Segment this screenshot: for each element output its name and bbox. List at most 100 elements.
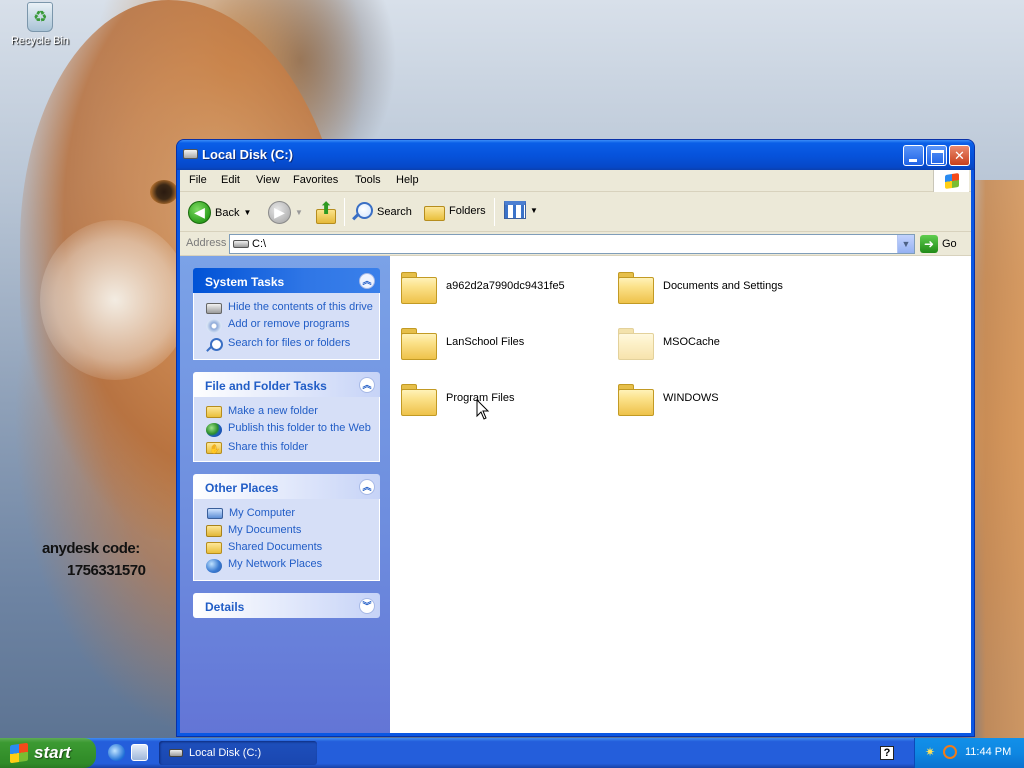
address-input[interactable]: C:\ ▼ xyxy=(229,234,915,254)
programs-cd-icon xyxy=(206,319,222,333)
system-tasks-header[interactable]: System Tasks ︽ xyxy=(193,268,380,293)
drive-icon xyxy=(206,303,222,314)
folder-item[interactable]: a962d2a7990dc9431fe5 xyxy=(400,269,565,304)
forward-arrow-icon: ▶ xyxy=(268,201,291,224)
views-dropdown-icon[interactable]: ▼ xyxy=(530,206,538,215)
menu-edit[interactable]: Edit xyxy=(221,174,240,186)
add-remove-programs-link[interactable]: Add or remove programs xyxy=(206,318,373,333)
folder-item[interactable]: WINDOWS xyxy=(617,381,719,416)
my-documents-link[interactable]: My Documents xyxy=(206,524,373,537)
network-icon xyxy=(206,559,222,573)
other-places-list: My Computer My Documents Shared Document… xyxy=(193,499,380,581)
go-label: Go xyxy=(942,238,957,250)
explorer-window: Local Disk (C:) File Edit View Favorites… xyxy=(176,139,975,737)
file-folder-tasks-title: File and Folder Tasks xyxy=(205,379,327,393)
publish-to-web-link[interactable]: Publish this folder to the Web xyxy=(206,422,373,437)
shared-documents-link[interactable]: Shared Documents xyxy=(206,541,373,554)
maximize-button[interactable] xyxy=(926,145,947,166)
menu-favorites[interactable]: Favorites xyxy=(293,174,338,186)
up-button[interactable] xyxy=(315,199,337,224)
recycle-bin-label: Recycle Bin xyxy=(10,35,70,47)
anydesk-code-text: anydesk code: 1756331570 xyxy=(42,538,146,582)
menu-bar: File Edit View Favorites Tools Help xyxy=(180,170,971,192)
internet-explorer-icon[interactable] xyxy=(108,744,125,761)
link-label: Search for files or folders xyxy=(228,337,351,349)
forward-button[interactable]: ▶ ▼ xyxy=(268,201,303,224)
menu-help[interactable]: Help xyxy=(396,174,419,186)
my-computer-link[interactable]: My Computer xyxy=(206,507,373,520)
shared-folder-icon xyxy=(206,542,222,554)
link-label: My Network Places xyxy=(228,558,323,570)
make-new-folder-link[interactable]: Make a new folder xyxy=(206,405,373,418)
folder-icon xyxy=(400,381,437,416)
file-folder-tasks-header[interactable]: File and Folder Tasks ︽ xyxy=(193,372,380,397)
search-button[interactable]: Search xyxy=(351,201,412,223)
expand-chevron-icon[interactable]: ︾ xyxy=(359,598,375,614)
collapse-chevron-icon[interactable]: ︽ xyxy=(359,377,375,393)
menu-file[interactable]: File xyxy=(189,174,207,186)
folder-icon xyxy=(617,381,654,416)
folder-icon xyxy=(400,325,437,360)
hide-drive-contents-link[interactable]: Hide the contents of this drive xyxy=(206,301,373,314)
system-tasks-panel: System Tasks ︽ Hide the contents of this… xyxy=(193,268,380,360)
minimize-button[interactable] xyxy=(903,145,924,166)
folder-name: a962d2a7990dc9431fe5 xyxy=(446,280,565,292)
back-button[interactable]: ◀ Back ▼ xyxy=(188,201,251,224)
search-files-link[interactable]: Search for files or folders xyxy=(206,337,373,352)
menu-view[interactable]: View xyxy=(256,174,280,186)
folder-item[interactable]: Program Files xyxy=(400,381,514,416)
title-bar[interactable]: Local Disk (C:) xyxy=(177,140,974,170)
start-button[interactable]: start xyxy=(0,738,96,768)
go-button[interactable]: ➜ Go xyxy=(920,235,957,253)
link-label: My Documents xyxy=(228,524,302,536)
details-header[interactable]: Details ︾ xyxy=(193,593,380,618)
start-label: start xyxy=(34,743,71,762)
anydesk-label: anydesk code: xyxy=(42,540,140,557)
file-folder-tasks-panel: File and Folder Tasks ︽ Make a new folde… xyxy=(193,372,380,462)
link-label: My Computer xyxy=(229,507,296,519)
wallpaper-fox-cheek xyxy=(40,220,190,380)
other-places-panel: Other Places ︽ My Computer My Documents xyxy=(193,474,380,581)
recycle-bin-desktop-icon[interactable]: Recycle Bin xyxy=(8,2,72,47)
task-pane: System Tasks ︽ Hide the contents of this… xyxy=(180,256,390,733)
tray-search-icon[interactable] xyxy=(943,745,957,759)
drive-icon xyxy=(233,240,249,248)
address-bar: Address C:\ ▼ ➜ Go xyxy=(180,232,971,256)
tray-network-icon[interactable]: ✷ xyxy=(925,746,937,758)
folders-button[interactable]: Folders xyxy=(423,201,486,221)
share-folder-link[interactable]: Share this folder xyxy=(206,441,373,456)
folder-item[interactable]: MSOCache xyxy=(617,325,720,360)
collapse-chevron-icon[interactable]: ︽ xyxy=(359,273,375,289)
windows-flag-icon xyxy=(945,173,959,189)
link-label: Publish this folder to the Web xyxy=(228,422,371,434)
system-tasks-title: System Tasks xyxy=(205,275,285,289)
go-arrow-icon: ➜ xyxy=(920,235,938,253)
forward-dropdown-icon[interactable]: ▼ xyxy=(295,208,303,217)
back-dropdown-icon[interactable]: ▼ xyxy=(243,208,251,217)
folder-item[interactable]: LanSchool Files xyxy=(400,325,525,360)
my-network-places-link[interactable]: My Network Places xyxy=(206,558,373,573)
new-folder-icon xyxy=(206,406,222,418)
window-title: Local Disk (C:) xyxy=(202,147,294,162)
recycle-bin-icon xyxy=(27,2,53,32)
folder-name: WINDOWS xyxy=(663,392,719,404)
folder-icon xyxy=(617,269,654,304)
details-panel: Details ︾ xyxy=(193,593,380,618)
views-button[interactable]: ▼ xyxy=(504,201,538,219)
address-value: C:\ xyxy=(252,238,267,250)
address-dropdown-icon[interactable]: ▼ xyxy=(897,235,914,253)
wallpaper-fox-eye xyxy=(150,180,178,204)
documents-icon xyxy=(206,525,222,537)
collapse-chevron-icon[interactable]: ︽ xyxy=(359,479,375,495)
search-icon xyxy=(351,201,373,223)
help-icon[interactable]: ? xyxy=(880,746,894,760)
menu-tools[interactable]: Tools xyxy=(355,174,381,186)
taskbar-window-button[interactable]: Local Disk (C:) xyxy=(159,741,317,765)
show-desktop-icon[interactable] xyxy=(131,744,148,761)
close-button[interactable] xyxy=(949,145,970,166)
folder-name: LanSchool Files xyxy=(446,336,525,348)
other-places-header[interactable]: Other Places ︽ xyxy=(193,474,380,499)
folder-item[interactable]: Documents and Settings xyxy=(617,269,783,304)
clock[interactable]: 11:44 PM xyxy=(965,746,1011,758)
toolbar-separator xyxy=(494,198,495,226)
